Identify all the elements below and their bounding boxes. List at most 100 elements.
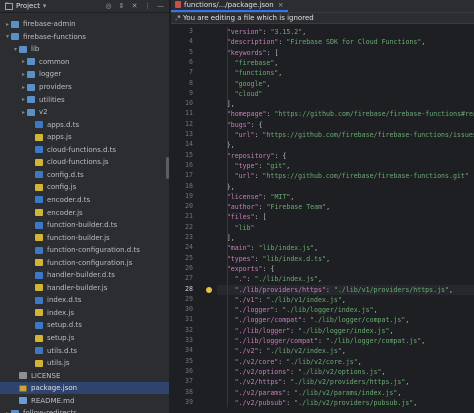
code-line: "firebase", [217, 58, 474, 68]
tree-item[interactable]: ▸follow-redirects [0, 407, 169, 413]
project-panel-title[interactable]: Project [16, 2, 40, 10]
chevron-right-icon[interactable]: ▸ [20, 109, 27, 116]
folder-icon [27, 108, 35, 116]
json-string: "./lib/v1/providers/https.js" [333, 285, 449, 294]
chevron-down-icon[interactable]: ▾ [12, 46, 19, 53]
code-line: "functions", [217, 68, 474, 78]
json-punctuation: : [290, 367, 299, 376]
json-string: "Firebase Team" [266, 203, 327, 212]
json-key: "./lib/providers/https" [234, 285, 326, 294]
tree-item[interactable]: LICENSE [0, 369, 169, 382]
tree-item[interactable]: index.js [0, 307, 169, 320]
code-area[interactable]: "version": "3.15.2", "description": "Fire… [217, 25, 474, 413]
json-string: "Firebase SDK for Cloud Functions" [286, 38, 422, 47]
json-string: "lib/index.d.ts" [262, 254, 327, 263]
tree-item[interactable]: utils.js [0, 357, 169, 370]
tree-item[interactable]: setup.d.ts [0, 319, 169, 332]
tree-item[interactable]: ▸ firebase-admin [0, 18, 169, 31]
code-line: "./v2/https": "./lib/v2/providers/https.… [217, 377, 474, 387]
line-number: 26 [185, 263, 193, 272]
line-number: 17 [185, 171, 193, 180]
json-punctuation: , [413, 398, 418, 407]
tree-item[interactable]: utils.d.ts [0, 344, 169, 357]
tree-item[interactable]: ▾ firebase-functions [0, 31, 169, 44]
tree-item[interactable]: function-configuration.js [0, 256, 169, 269]
line-number: 38 [185, 387, 193, 396]
json-punctuation: : [325, 285, 334, 294]
tree-item[interactable]: ▾ lib [0, 43, 169, 56]
code-line: "author": "Firebase Team", [217, 202, 474, 212]
code-line: "./v2/core": "./lib/v2/core.js", [217, 357, 474, 367]
options-icon[interactable]: ⋮ [143, 2, 152, 11]
tree-item[interactable]: index.d.ts [0, 294, 169, 307]
tree-item[interactable]: ▸ logger [0, 68, 169, 81]
code-line: "url": "https://github.com/firebase/fire… [217, 171, 474, 181]
tree-item[interactable]: handler-builder.js [0, 282, 169, 295]
chevron-right-icon[interactable]: ▸ [4, 21, 11, 28]
json-punctuation: , [397, 388, 402, 397]
hide-icon[interactable]: — [156, 2, 165, 11]
tree-item[interactable]: package.json [0, 381, 169, 395]
tree-item[interactable]: function-builder.js [0, 231, 169, 244]
tree-item[interactable]: encoder.d.ts [0, 194, 169, 207]
typescript-file-icon [35, 221, 43, 229]
json-key: "bugs" [226, 120, 251, 129]
tree-item[interactable]: config.d.ts [0, 169, 169, 182]
json-key: "repository" [226, 151, 275, 160]
chevron-right-icon[interactable]: ▸ [20, 71, 27, 78]
folder-icon [27, 58, 35, 66]
chevron-down-icon[interactable]: ▾ [4, 33, 11, 40]
json-punctuation: : [ [266, 48, 279, 57]
close-icon[interactable]: × [278, 1, 284, 9]
json-punctuation: : [317, 337, 326, 345]
line-number: 11 [185, 109, 193, 118]
chevron-right-icon[interactable]: ▸ [20, 58, 27, 65]
tree-item-label: setup.d.ts [47, 321, 82, 330]
tree-item-label: package.json [31, 384, 78, 393]
json-punctuation: : [254, 254, 263, 263]
expand-all-icon[interactable]: ⇕ [117, 2, 126, 11]
tree-item[interactable]: config.js [0, 181, 169, 194]
tree-item[interactable]: apps.js [0, 131, 169, 144]
tree-item[interactable]: apps.d.ts [0, 118, 169, 131]
chevron-right-icon[interactable]: ▸ [20, 96, 27, 103]
typescript-file-icon [35, 271, 43, 279]
tree-item[interactable]: encoder.js [0, 206, 169, 219]
line-number: 34 [185, 346, 193, 355]
json-punctuation: , [421, 38, 426, 47]
folder-icon [11, 20, 19, 28]
tree-item-label: handler-builder.d.ts [47, 271, 115, 280]
tree-item[interactable]: ▸ utilities [0, 93, 169, 106]
tree-item-label: logger [39, 70, 62, 79]
tree-item-label: index.js [47, 308, 74, 317]
json-string: "https://github.com/firebase/firebase-fu… [262, 131, 474, 139]
tree-item[interactable]: cloud-functions.js [0, 156, 169, 169]
json-string: "cloud" [234, 89, 263, 98]
lightbulb-icon[interactable] [206, 286, 212, 293]
tab-package-json[interactable]: functions/.../package.json × [171, 0, 288, 12]
code-line: "files": [ [217, 212, 474, 222]
tree-item[interactable]: function-builder.d.ts [0, 219, 169, 232]
typescript-file-icon [35, 321, 43, 329]
project-scrollbar[interactable] [166, 157, 169, 179]
locate-icon[interactable]: ◎ [104, 2, 113, 11]
chevron-right-icon[interactable]: ▸ [20, 84, 27, 91]
tree-item[interactable]: ▸ v2 [0, 106, 169, 119]
tree-item[interactable]: cloud-functions.d.ts [0, 144, 169, 157]
chevron-down-icon[interactable]: ▾ [40, 2, 49, 11]
line-number: 29 [185, 294, 193, 303]
collapse-all-icon[interactable]: ✕ [130, 2, 139, 11]
tree-item[interactable]: README.md [0, 395, 169, 408]
tree-item[interactable]: function-configuration.d.ts [0, 244, 169, 257]
tree-item[interactable]: ▸ common [0, 56, 169, 69]
tree-item[interactable]: handler-builder.d.ts [0, 269, 169, 282]
json-key: "version" [226, 28, 263, 36]
line-number: 3 [189, 27, 193, 35]
tree-item[interactable]: setup.js [0, 332, 169, 345]
tree-item-label: config.js [47, 183, 77, 192]
line-number: 13 [185, 130, 193, 138]
json-string: "https://github.com/firebase/firebase-fu… [274, 110, 474, 119]
tree-item-label: v2 [39, 108, 48, 117]
line-number: 15 [185, 150, 193, 159]
tree-item[interactable]: ▸ providers [0, 81, 169, 94]
